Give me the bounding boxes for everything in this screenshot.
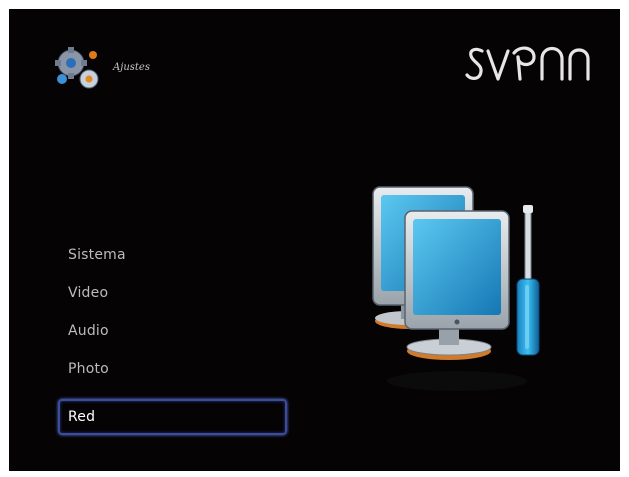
network-computers-screwdriver-icon: [372, 186, 540, 391]
settings-screen: Ajustes Sistema Video Audio Photo Red: [9, 9, 620, 471]
settings-menu: Sistema Video Audio Photo Red: [58, 240, 287, 435]
gears-icon: [55, 47, 99, 89]
menu-item-red[interactable]: Red: [58, 399, 287, 435]
page-title: Ajustes: [113, 62, 150, 73]
menu-item-photo[interactable]: Photo: [58, 354, 287, 392]
brand-logo: [465, 46, 590, 81]
menu-item-audio[interactable]: Audio: [58, 316, 287, 354]
menu-item-video[interactable]: Video: [58, 278, 287, 316]
menu-item-sistema[interactable]: Sistema: [58, 240, 287, 278]
